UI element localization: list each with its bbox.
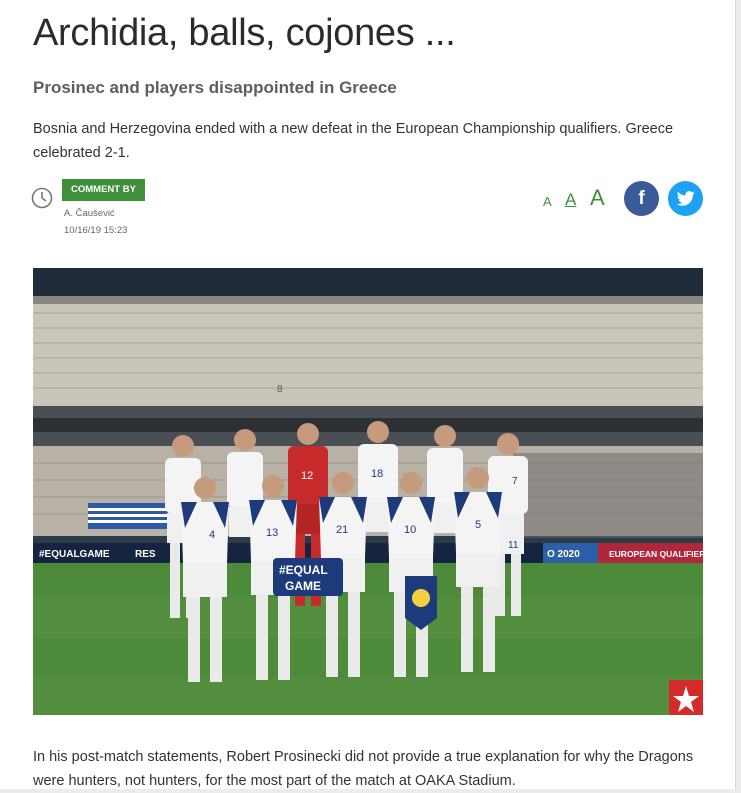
font-size-large-button[interactable]: A xyxy=(590,185,605,211)
facebook-icon: f xyxy=(638,187,645,209)
article-body: In his post-match statements, Robert Pro… xyxy=(33,749,694,789)
team-photo: 8 #EQUALGAME RES O 2020 EUROPEAN QUALIFI… xyxy=(33,268,703,715)
article-title: Archidia, balls, cojones ... xyxy=(33,12,456,54)
twitter-icon xyxy=(676,191,695,206)
keeper-number: 12 xyxy=(301,470,313,482)
agency-logo xyxy=(669,680,703,715)
twitter-share-button[interactable] xyxy=(668,181,703,216)
stand-number: 8 xyxy=(277,384,283,395)
clock-icon xyxy=(31,187,53,209)
back-number-7: 7 xyxy=(512,476,518,487)
front-number-4: 4 xyxy=(209,529,215,541)
front-number-5: 5 xyxy=(475,519,481,531)
font-size-medium-button[interactable]: A xyxy=(565,190,576,210)
article-page: Archidia, balls, cojones ... Prosinec an… xyxy=(0,0,736,789)
ad-board-equal-game: #EQUALGAME xyxy=(39,549,110,560)
equal-game-sign: #EQUAL GAME xyxy=(273,558,343,596)
publish-date: 10/16/19 15:23 xyxy=(64,225,128,236)
back-number-11: 11 xyxy=(508,540,519,551)
back-number-18: 18 xyxy=(371,468,383,480)
font-size-small-button[interactable]: A xyxy=(543,194,552,209)
facebook-share-button[interactable]: f xyxy=(624,181,659,216)
team-photo-illustration: 8 #EQUALGAME RES O 2020 EUROPEAN QUALIFI… xyxy=(33,268,703,715)
svg-text:#EQUAL: #EQUAL xyxy=(279,563,328,577)
front-number-10: 10 xyxy=(404,524,416,536)
front-number-13: 13 xyxy=(266,527,278,539)
ad-board-2020: O 2020 xyxy=(547,549,580,560)
ad-board-european-qualifiers: EUROPEAN QUALIFIERS xyxy=(609,549,703,559)
author-name[interactable]: A. Čaušević xyxy=(64,208,115,219)
article-lead: Bosnia and Herzegovina ended with a new … xyxy=(33,121,674,161)
comment-by-badge: COMMENT BY xyxy=(62,179,145,201)
article-subtitle: Prosinec and players disappointed in Gre… xyxy=(33,78,397,97)
ad-board-res: RES xyxy=(135,549,156,560)
front-number-21: 21 xyxy=(336,524,348,536)
svg-text:GAME: GAME xyxy=(285,579,321,593)
